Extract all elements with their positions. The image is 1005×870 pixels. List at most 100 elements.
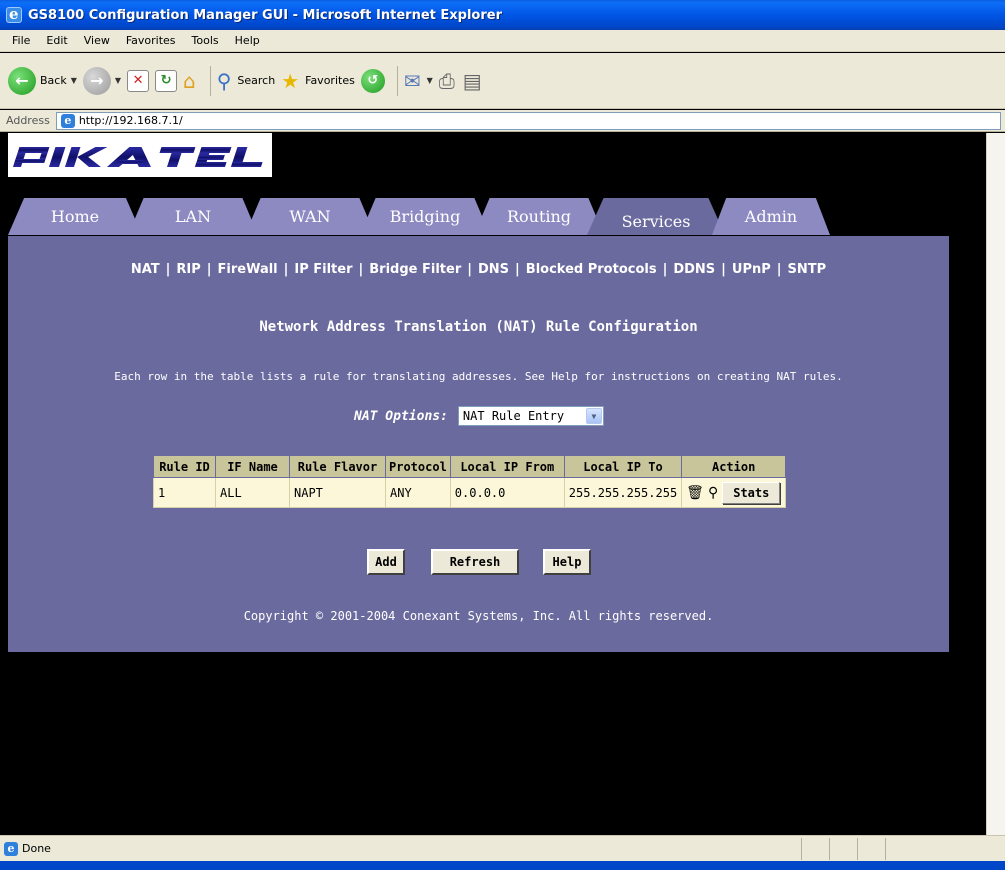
col-rule-id: Rule ID: [153, 455, 216, 478]
tab-home[interactable]: Home: [8, 198, 142, 235]
trash-icon[interactable]: 🗑: [686, 485, 704, 501]
address-url: http://192.168.7.1/: [78, 114, 183, 127]
subnav-separator: |: [467, 262, 472, 277]
subnav-ddns[interactable]: DDNS: [673, 262, 715, 277]
status-pane: [829, 838, 857, 860]
refresh-icon: ↻: [155, 69, 178, 92]
pikatel-logo: [8, 133, 272, 177]
magnifier-icon[interactable]: ⚲: [708, 485, 718, 501]
menu-view[interactable]: View: [76, 34, 118, 47]
back-label: Back: [40, 74, 67, 87]
tab-wan[interactable]: WAN: [245, 198, 375, 235]
add-button[interactable]: Add: [367, 549, 405, 575]
subnav-nat[interactable]: NAT: [131, 262, 160, 277]
history-icon: ↺: [360, 68, 385, 93]
refresh-button[interactable]: Refresh: [431, 549, 519, 575]
back-dropdown-icon[interactable]: ▼: [71, 76, 77, 85]
col-protocol: Protocol: [385, 455, 451, 478]
page-status-icon: e: [4, 841, 18, 856]
status-text: Done: [22, 842, 51, 855]
tab-bridging[interactable]: Bridging: [360, 198, 490, 235]
subnav-upnp[interactable]: UPnP: [732, 262, 771, 277]
tab-lan[interactable]: LAN: [128, 198, 258, 235]
nat-options-value: NAT Rule Entry: [462, 409, 565, 423]
address-bar: Address e http://192.168.7.1/: [0, 110, 1005, 132]
cell-local-ip-from: 0.0.0.0: [449, 477, 565, 508]
ie-logo-icon: [6, 5, 22, 23]
print-button[interactable]: ⎙: [439, 63, 457, 99]
stats-button[interactable]: Stats: [722, 481, 781, 504]
subnav-rip[interactable]: RIP: [176, 262, 200, 277]
stop-button[interactable]: ✕: [127, 63, 150, 99]
menu-file[interactable]: File: [4, 34, 38, 47]
nat-options-row: NAT Options: NAT Rule Entry ▼: [354, 406, 604, 426]
subnav-ip-filter[interactable]: IP Filter: [294, 262, 352, 277]
subnav-separator: |: [721, 262, 726, 277]
menu-favorites[interactable]: Favorites: [118, 34, 184, 47]
subnav-blocked-protocols[interactable]: Blocked Protocols: [526, 262, 657, 277]
browser-toolbar: ← Back ▼ → ▼ ✕ ↻ ⌂ ⚲ Search ★ Favorites …: [0, 53, 1005, 109]
nat-options-select[interactable]: NAT Rule Entry ▼: [457, 406, 604, 426]
col-action: Action: [681, 455, 787, 478]
edit-page-icon: ▤: [462, 68, 482, 93]
search-button[interactable]: ⚲ Search: [217, 63, 275, 99]
services-subnav: NAT | RIP | FireWall | IP Filter | Bridge Filter…: [8, 262, 949, 277]
search-label: Search: [237, 74, 276, 87]
history-button[interactable]: ↺: [360, 63, 385, 99]
subnav-dns[interactable]: DNS: [478, 262, 509, 277]
tab-label: Home: [50, 207, 100, 226]
favorites-star-icon: ★: [281, 68, 300, 93]
subnav-separator: |: [776, 262, 782, 277]
vertical-scrollbar[interactable]: [986, 133, 1005, 835]
tab-label: Services: [621, 212, 691, 231]
col-if-name: IF Name: [215, 455, 290, 478]
search-icon: ⚲: [216, 68, 232, 93]
forward-button[interactable]: → ▼: [82, 63, 121, 99]
tab-routing[interactable]: Routing: [474, 198, 604, 235]
page-icon: e: [60, 113, 75, 128]
status-zone-pane: [885, 838, 1005, 860]
menu-edit[interactable]: Edit: [38, 34, 75, 47]
subnav-firewall[interactable]: FireWall: [218, 262, 278, 277]
subnav-separator: |: [283, 262, 289, 277]
favorites-button[interactable]: ★ Favorites: [281, 63, 355, 99]
col-rule-flavor: Rule Flavor: [289, 455, 386, 478]
cell-protocol: ANY: [385, 477, 451, 508]
forward-dropdown-icon[interactable]: ▼: [115, 76, 121, 85]
chevron-down-icon[interactable]: ▼: [585, 408, 602, 424]
status-panes: [801, 836, 1005, 862]
subnav-separator: |: [515, 262, 520, 277]
window-title: GS8100 Configuration Manager GUI - Micro…: [28, 7, 502, 23]
forward-arrow-icon: →: [82, 66, 111, 95]
table-row: 1 ALL NAPT ANY 0.0.0.0 255.255.255.255 🗑…: [153, 477, 787, 508]
edit-button[interactable]: ▤: [463, 63, 484, 99]
cell-action: 🗑 ⚲ Stats: [681, 477, 787, 508]
cell-if-name: ALL: [215, 477, 290, 508]
refresh-page-button[interactable]: ↻: [155, 63, 178, 99]
mail-dropdown-icon[interactable]: ▼: [427, 76, 433, 85]
tab-services[interactable]: Services: [587, 198, 725, 235]
subnav-sntp[interactable]: SNTP: [788, 262, 827, 277]
help-button[interactable]: Help: [543, 549, 591, 575]
address-input[interactable]: e http://192.168.7.1/: [55, 111, 1001, 130]
mail-button[interactable]: ✉ ▼: [404, 63, 433, 99]
col-local-ip-to: Local IP To: [563, 455, 683, 478]
tab-label: Routing: [506, 207, 572, 226]
menu-help[interactable]: Help: [227, 34, 268, 47]
tab-label: Admin: [744, 207, 798, 226]
stop-icon: ✕: [127, 69, 150, 92]
home-icon: ⌂: [183, 68, 196, 93]
back-arrow-icon: ←: [8, 66, 36, 95]
status-bar: e Done: [0, 835, 1005, 861]
subnav-bridge-filter[interactable]: Bridge Filter: [369, 262, 461, 277]
subnav-separator: |: [662, 262, 668, 277]
taskbar-strip: [0, 861, 1005, 870]
subnav-separator: |: [206, 262, 212, 277]
tab-admin[interactable]: Admin: [712, 198, 830, 235]
copyright-text: Copyright © 2001-2004 Conexant Systems, …: [243, 609, 714, 623]
back-button[interactable]: ← Back ▼: [8, 63, 77, 99]
tab-label: WAN: [289, 207, 331, 226]
menu-tools[interactable]: Tools: [184, 34, 227, 47]
home-button[interactable]: ⌂: [183, 63, 198, 99]
subnav-separator: |: [358, 262, 364, 277]
